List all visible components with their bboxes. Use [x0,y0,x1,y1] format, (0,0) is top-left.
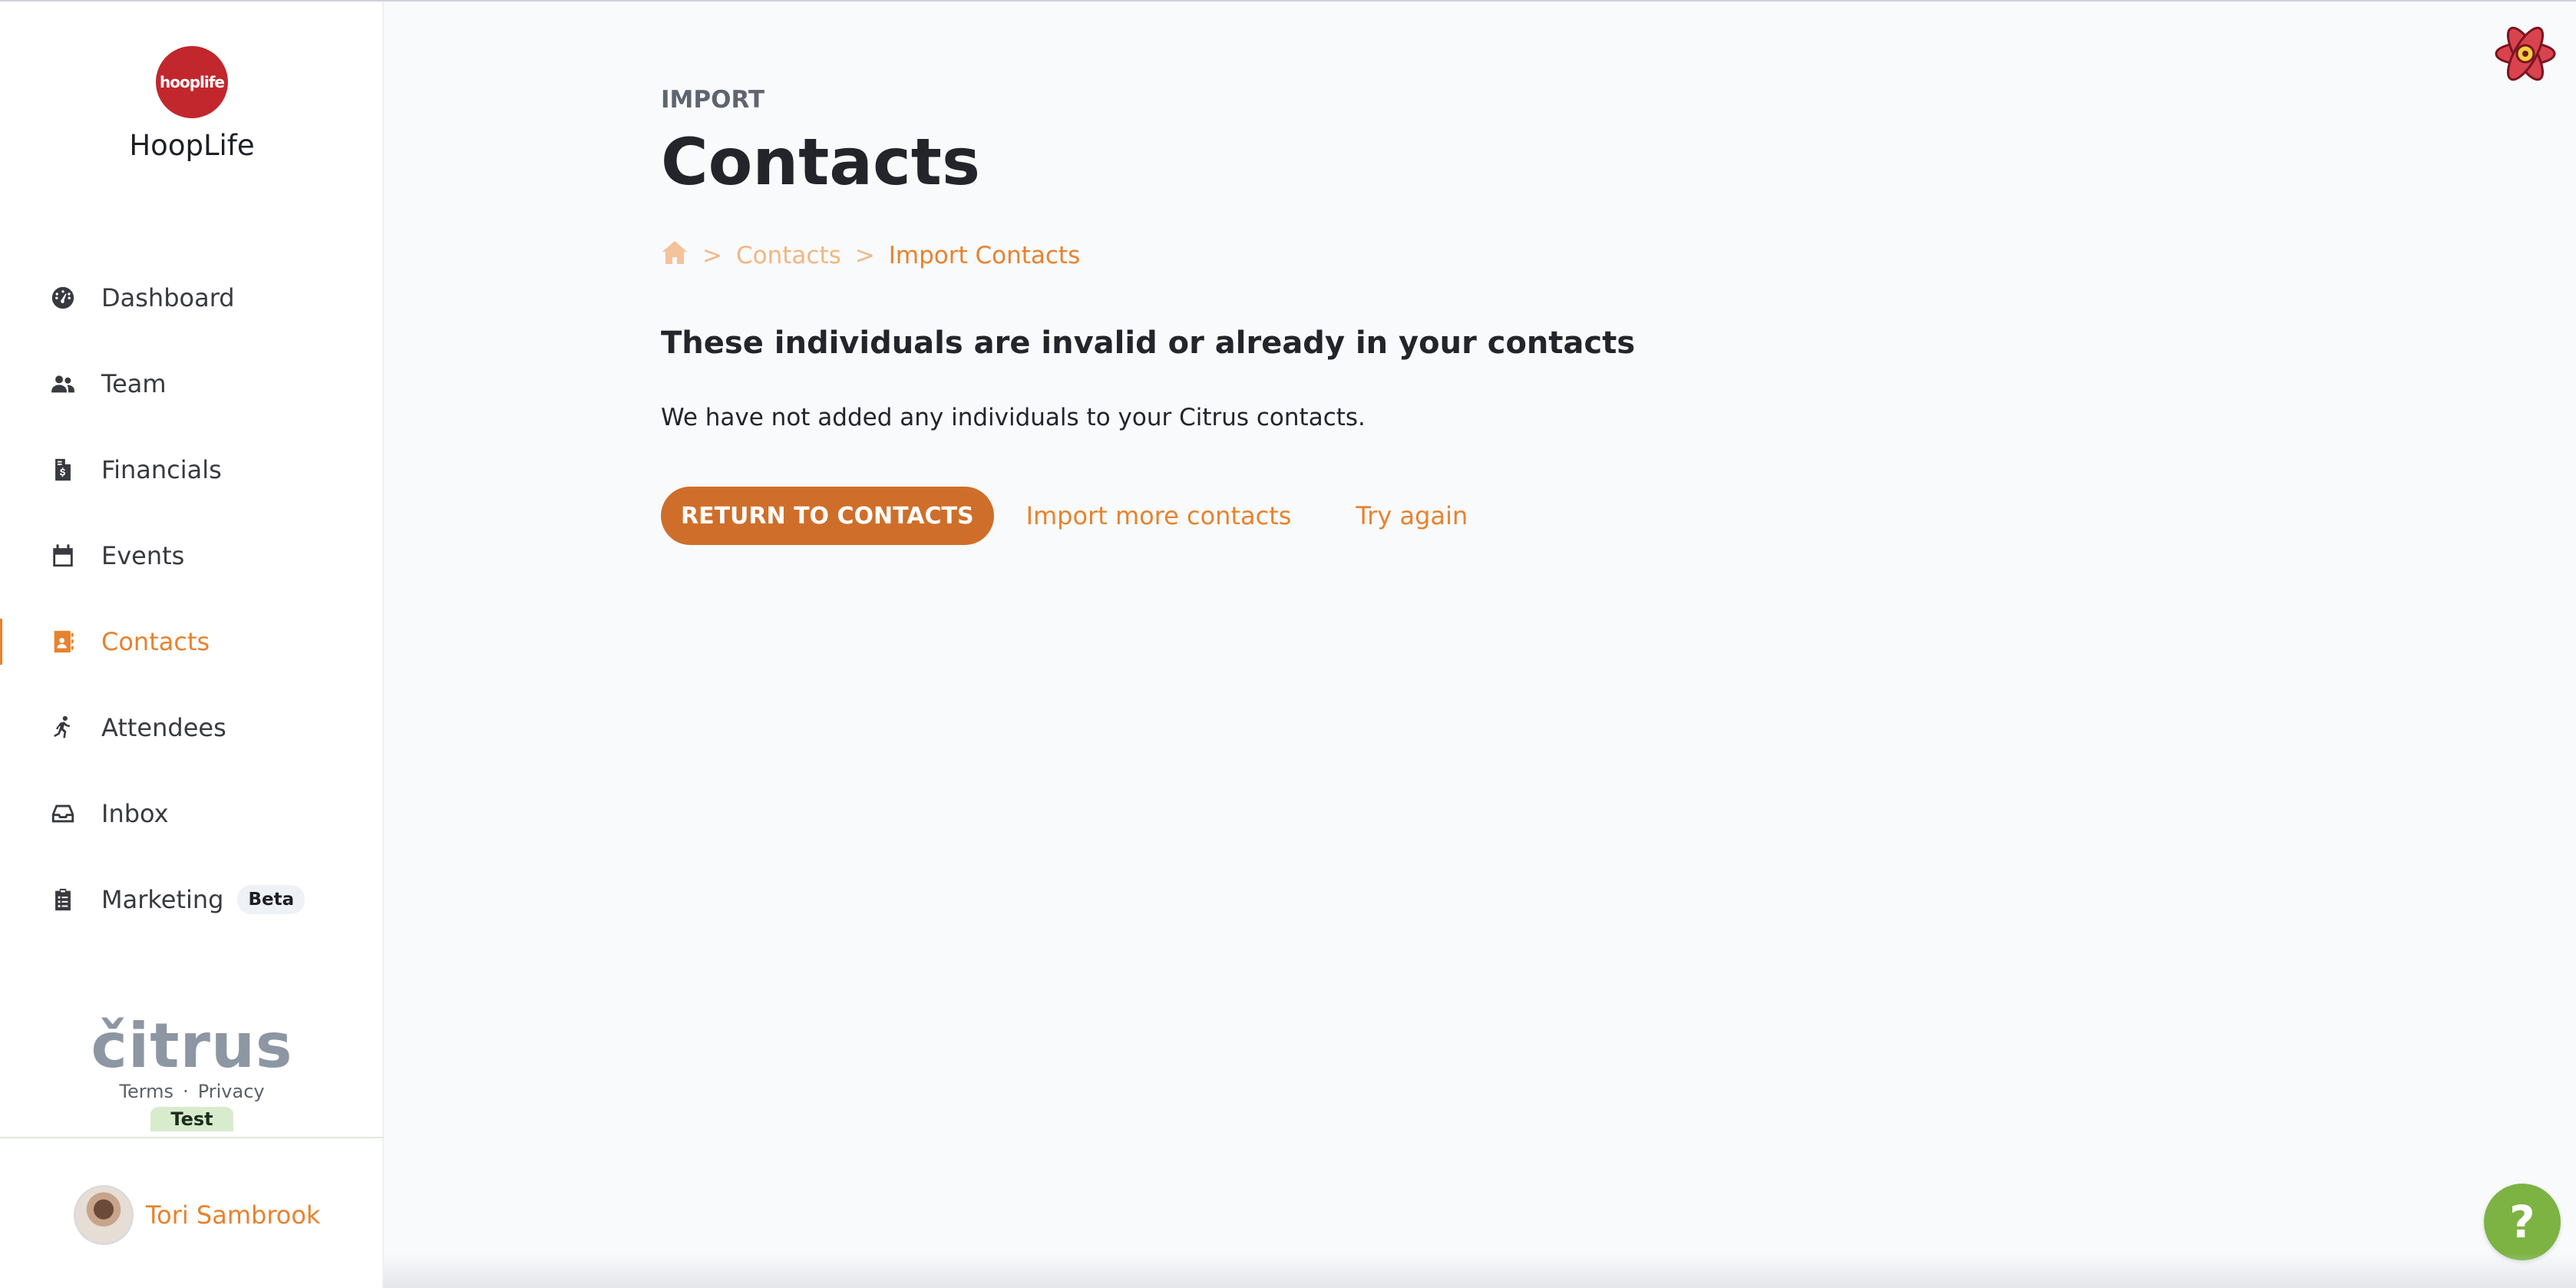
sidebar-item-dashboard[interactable]: Dashboard [0,255,384,341]
privacy-link[interactable]: Privacy [198,1081,265,1102]
sidebar-item-team[interactable]: Team [0,341,384,427]
invoice-dollar-icon [49,456,77,484]
brand: hooplife HoopLife [0,46,384,162]
sidebar-divider [0,1137,384,1138]
user-name[interactable]: Tori Sambrook [146,1200,320,1230]
beta-badge: Beta [237,885,305,914]
breadcrumb-contacts[interactable]: Contacts [736,242,841,269]
sidebar-item-label: Events [101,541,185,570]
page-title: Contacts [661,124,980,200]
breadcrumb-separator: > [702,242,722,269]
home-icon[interactable] [661,239,689,272]
inbox-tray-icon [49,800,77,827]
running-person-icon [49,714,77,741]
return-to-contacts-button[interactable]: RETURN TO CONTACTS [661,487,994,545]
sidebar-item-marketing[interactable]: Marketing Beta [0,857,384,943]
brand-name: HoopLife [129,129,255,162]
sidebar-item-attendees[interactable]: Attendees [0,685,384,771]
sidebar-item-label: Inbox [101,799,169,828]
environment-badge: Test [150,1107,233,1131]
sidebar-item-label: Dashboard [101,283,235,312]
page-eyebrow: IMPORT [661,86,765,114]
help-button[interactable]: ? [2484,1184,2561,1260]
user-profile[interactable]: Tori Sambrook [74,1185,320,1245]
terms-link[interactable]: Terms [119,1081,173,1102]
sidebar-nav: Dashboard Team Financials Events Contact… [0,255,384,943]
sidebar-item-contacts[interactable]: Contacts [0,599,384,685]
legal-links: Terms · Privacy [0,1081,384,1102]
sidebar-item-label: Attendees [101,713,226,742]
gauge-icon [49,284,77,312]
calendar-icon [49,542,77,570]
sidebar-item-label: Contacts [101,627,210,656]
citrus-logo: čitrus [91,1010,293,1082]
breadcrumb-import-contacts: Import Contacts [888,242,1081,269]
legal-separator: · [183,1081,189,1102]
import-more-contacts-link[interactable]: Import more contacts [1026,501,1292,530]
sidebar: hooplife HoopLife Dashboard Team Financi… [0,2,384,1288]
sidebar-item-events[interactable]: Events [0,513,384,599]
react-devtools-icon[interactable] [2493,21,2558,86]
brand-logo[interactable]: hooplife [156,46,228,118]
bottom-shade [384,1253,2576,1288]
result-message: We have not added any individuals to you… [661,404,1366,431]
sidebar-item-inbox[interactable]: Inbox [0,771,384,857]
result-heading: These individuals are invalid or already… [661,325,1636,361]
avatar [74,1185,134,1245]
breadcrumb-separator: > [854,242,875,269]
sidebar-footer: čitrus Terms · Privacy Test [0,1013,384,1131]
result-actions: RETURN TO CONTACTS Import more contacts … [661,487,1468,545]
address-book-icon [49,628,77,656]
sidebar-item-label: Financials [101,455,222,484]
sidebar-item-label: Marketing [101,885,224,914]
sidebar-item-financials[interactable]: Financials [0,427,384,513]
clipboard-list-icon [49,886,77,913]
users-icon [49,370,77,398]
try-again-link[interactable]: Try again [1356,501,1468,530]
breadcrumb: > Contacts > Import Contacts [661,239,1080,272]
sidebar-item-label: Team [101,369,167,398]
